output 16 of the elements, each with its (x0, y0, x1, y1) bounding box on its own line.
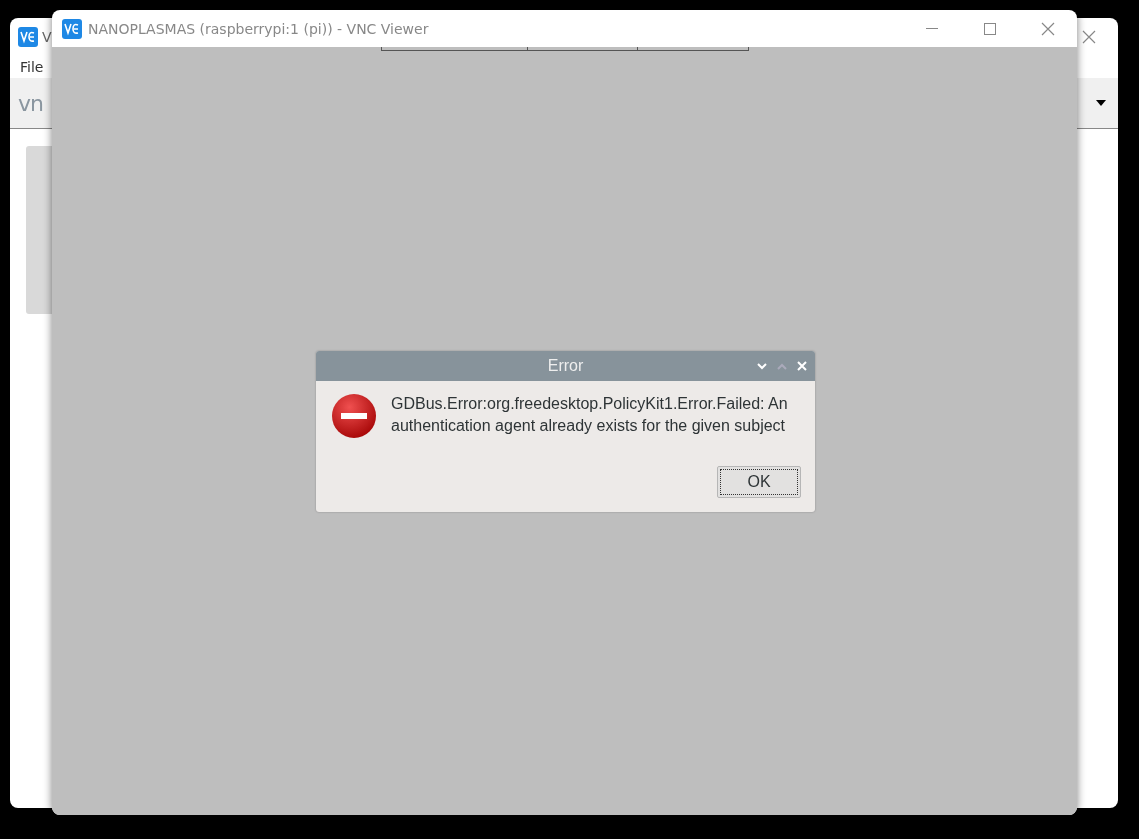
dialog-title: Error (547, 357, 584, 375)
logo: vn (18, 90, 43, 116)
minimize-icon[interactable] (757, 362, 767, 370)
app-icon (18, 26, 38, 47)
error-icon (331, 393, 377, 439)
error-message: GDBus.Error:org.freedesktop.PolicyKit1.Error.Failed: An authentication agent already exists for the given subject (391, 394, 789, 436)
close-icon[interactable] (1082, 29, 1096, 44)
caret-icon[interactable] (1096, 100, 1106, 106)
menu-item[interactable]: File (20, 58, 44, 75)
app-icon (62, 18, 82, 39)
maximize-icon[interactable] (984, 22, 996, 35)
window-title: NANOPLASMAS (raspberrypi:1 (pi)) - VNC Viewer (88, 20, 429, 37)
close-icon[interactable] (1041, 21, 1055, 36)
minimize-icon[interactable] (926, 27, 938, 30)
ok-button[interactable]: OK (717, 466, 801, 498)
window-title: V (42, 28, 52, 45)
